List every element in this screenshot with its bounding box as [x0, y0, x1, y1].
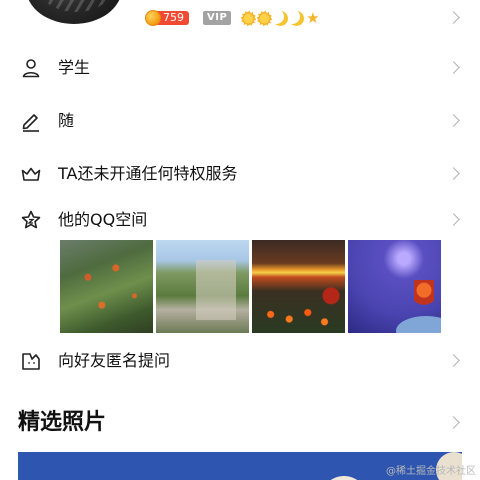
- chevron-right-icon: [447, 167, 460, 180]
- coin-icon: [145, 10, 161, 26]
- sun-icon: [257, 10, 273, 26]
- qzone-photo[interactable]: [252, 240, 345, 333]
- qzone-photo[interactable]: [60, 240, 153, 333]
- profile-badges: 759 VIP ★: [145, 9, 320, 27]
- watermark: @稀土掘金技术社区: [386, 466, 476, 477]
- level-badges[interactable]: ★: [241, 8, 320, 27]
- chevron-right-icon: [447, 354, 460, 367]
- row-label: 随: [58, 111, 75, 130]
- qzone-photo-strip: [60, 240, 441, 333]
- row-label: 他的QQ空间: [58, 210, 148, 229]
- moon-icon: [289, 10, 305, 26]
- chevron-right-icon: [447, 213, 460, 226]
- row-label: TA还未开通任何特权服务: [58, 164, 238, 183]
- qzone-photo[interactable]: [156, 240, 249, 333]
- row-label: 学生: [58, 58, 91, 77]
- section-title: 精选照片: [18, 410, 107, 435]
- row-label: 向好友匿名提问: [58, 351, 171, 370]
- row-privileges[interactable]: TA还未开通任何特权服务: [0, 154, 480, 194]
- qzone-photo[interactable]: [348, 240, 441, 333]
- coin-badge[interactable]: 759: [145, 10, 189, 26]
- star-icon: ★: [306, 8, 320, 27]
- star-outline-icon: [21, 210, 41, 229]
- sun-icon: [241, 10, 257, 26]
- chevron-right-icon[interactable]: [447, 11, 460, 24]
- question-box-icon: [22, 353, 40, 370]
- row-anonymous-question[interactable]: 向好友匿名提问: [0, 341, 480, 381]
- chevron-right-icon: [447, 61, 460, 74]
- vip-badge[interactable]: VIP: [203, 11, 232, 25]
- chevron-right-icon[interactable]: [447, 416, 460, 429]
- row-signature[interactable]: 随: [0, 101, 480, 141]
- pencil-icon: [22, 114, 39, 132]
- person-icon: [22, 59, 40, 78]
- chevron-right-icon: [447, 114, 460, 127]
- row-occupation[interactable]: 学生: [0, 48, 480, 88]
- moon-icon: [273, 10, 289, 26]
- avatar[interactable]: [26, 0, 122, 24]
- crown-icon: [21, 167, 41, 181]
- row-qzone[interactable]: 他的QQ空间: [0, 200, 480, 240]
